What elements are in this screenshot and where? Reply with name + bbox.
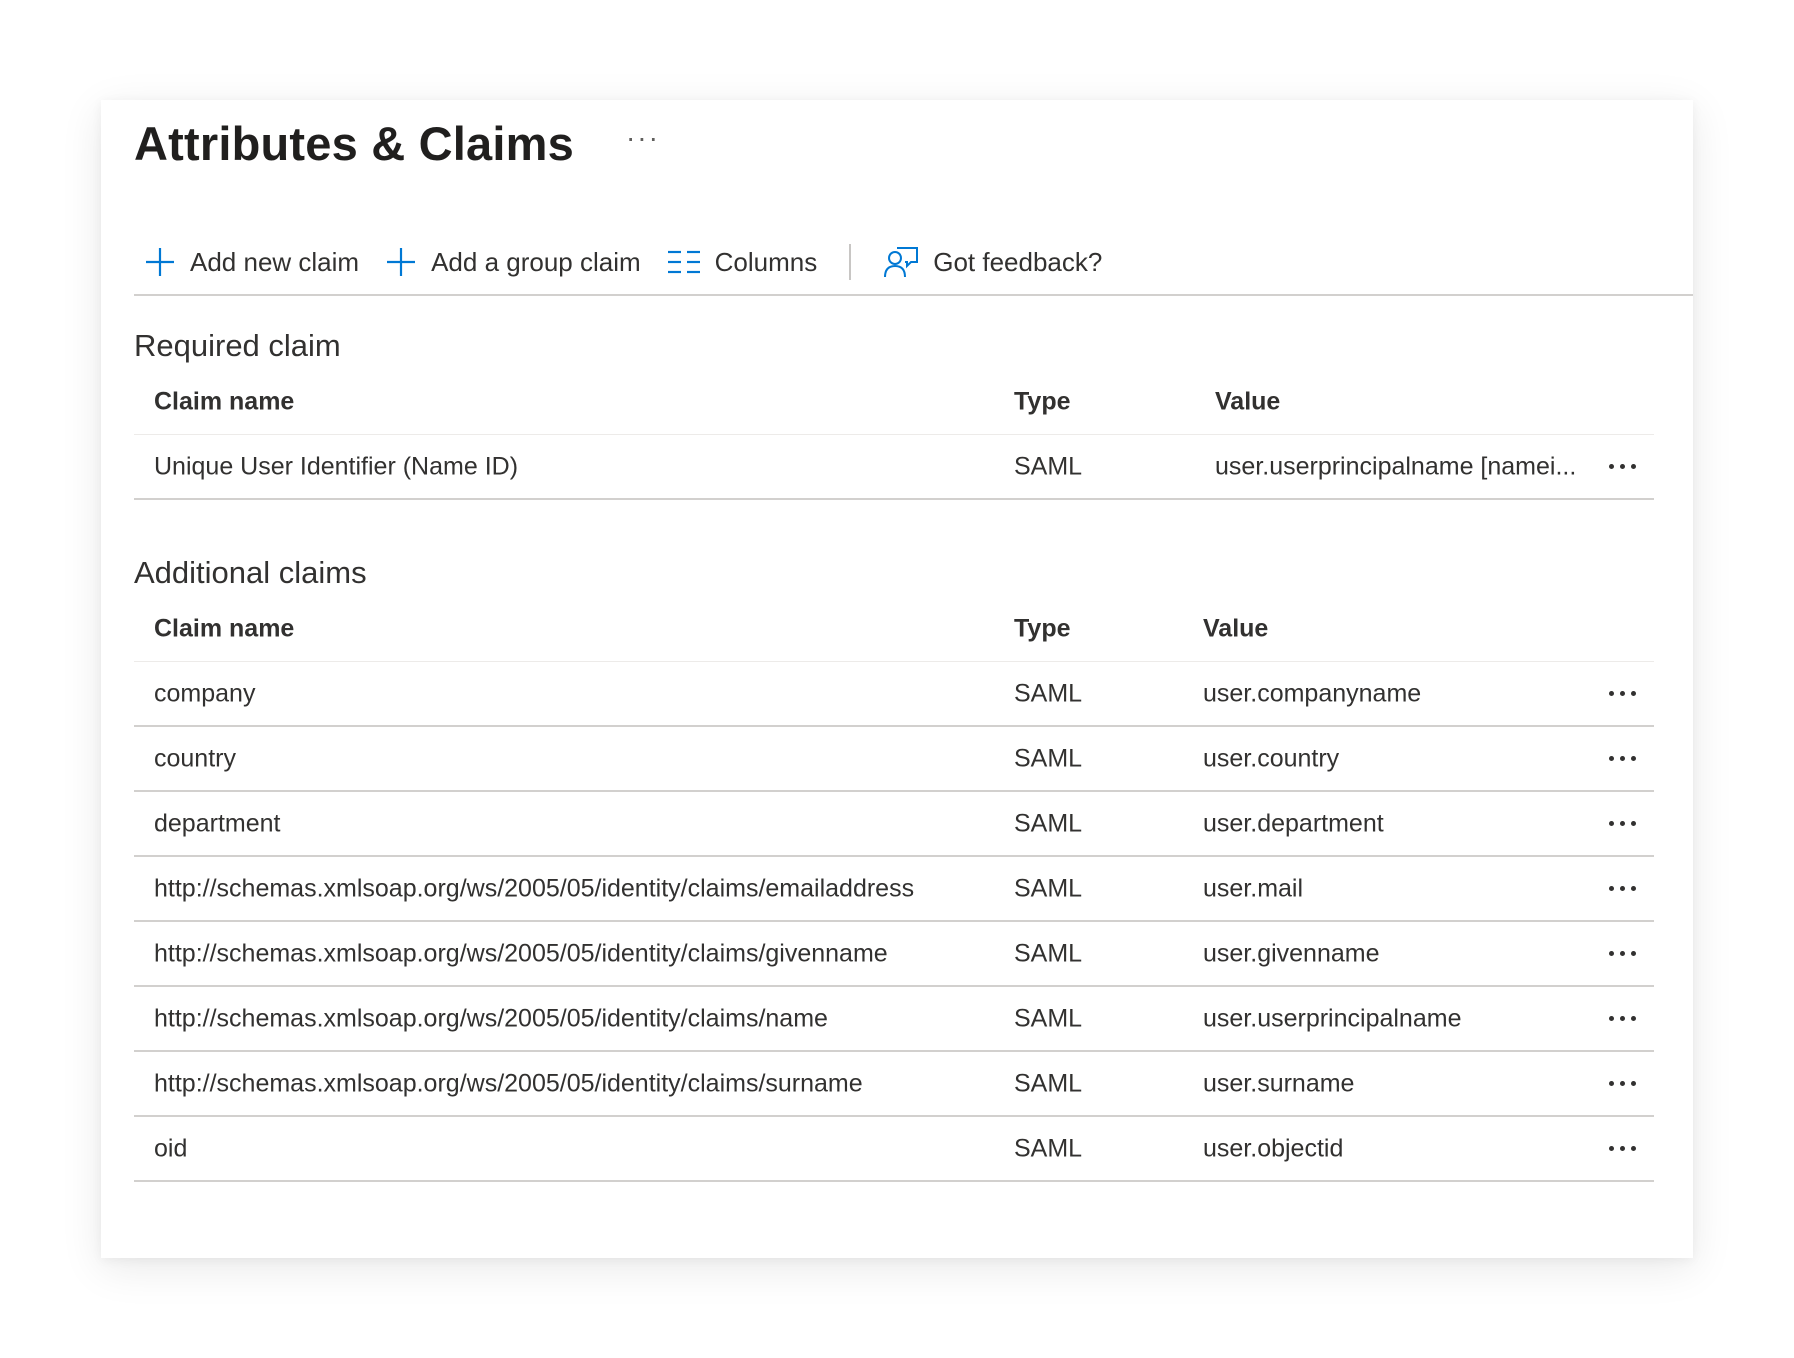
row-more-icon[interactable]	[1609, 1080, 1636, 1086]
table-row[interactable]: company SAML user.companyname	[134, 662, 1654, 727]
header-claim-name[interactable]: Claim name	[154, 615, 294, 644]
claim-value-cell: user.companyname	[1203, 679, 1422, 707]
header-value[interactable]: Value	[1215, 388, 1280, 417]
claim-value-cell: user.userprincipalname	[1203, 1004, 1462, 1032]
add-group-claim-button[interactable]: Add a group claim	[375, 232, 651, 292]
table-row[interactable]: country SAML user.country	[134, 727, 1654, 792]
claim-type-cell: SAML	[1014, 452, 1083, 480]
table-row[interactable]: department SAML user.department	[134, 792, 1654, 857]
claim-value-cell: user.mail	[1203, 874, 1304, 902]
title-row: Attributes & Claims ···	[134, 116, 660, 171]
table-row[interactable]: Unique User Identifier (Name ID) SAML us…	[134, 435, 1654, 500]
row-more-icon[interactable]	[1609, 950, 1636, 956]
feedback-button[interactable]: Got feedback?	[873, 232, 1112, 292]
additional-claims-title: Additional claims	[134, 555, 367, 590]
table-row[interactable]: http://schemas.xmlsoap.org/ws/2005/05/id…	[134, 1052, 1654, 1117]
table-header: Claim name Type Value	[134, 597, 1654, 662]
table-row[interactable]: http://schemas.xmlsoap.org/ws/2005/05/id…	[134, 857, 1654, 922]
additional-claims-table: Claim name Type Value company SAML user.…	[134, 597, 1654, 1182]
claim-value-cell: user.objectid	[1203, 1134, 1344, 1162]
row-more-icon[interactable]	[1609, 690, 1636, 696]
table-row[interactable]: oid SAML user.objectid	[134, 1117, 1654, 1182]
required-claim-title: Required claim	[134, 328, 341, 363]
plus-icon	[387, 248, 416, 276]
claim-name-cell: http://schemas.xmlsoap.org/ws/2005/05/id…	[154, 1004, 828, 1032]
claim-name-cell: company	[154, 679, 256, 707]
claim-value-cell: user.department	[1203, 809, 1384, 837]
feedback-icon	[884, 247, 919, 278]
page-more-button[interactable]: ···	[626, 122, 660, 154]
claim-name-cell: department	[154, 809, 281, 837]
toolbar-divider	[849, 244, 852, 280]
claims-panel: Attributes & Claims ··· Add new claim Ad…	[101, 100, 1693, 1258]
claim-value-cell: user.country	[1203, 744, 1340, 772]
add-new-claim-button[interactable]: Add new claim	[134, 232, 369, 292]
header-type[interactable]: Type	[1014, 615, 1071, 644]
required-claims-table: Claim name Type Value Unique User Identi…	[134, 370, 1654, 500]
claim-type-cell: SAML	[1014, 809, 1083, 837]
claim-type-cell: SAML	[1014, 1134, 1083, 1162]
row-more-icon[interactable]	[1609, 820, 1636, 826]
claim-type-cell: SAML	[1014, 1069, 1083, 1097]
claim-type-cell: SAML	[1014, 874, 1083, 902]
row-more-icon[interactable]	[1609, 1145, 1636, 1151]
claim-name-cell: oid	[154, 1134, 188, 1162]
claim-name-cell: Unique User Identifier (Name ID)	[154, 452, 519, 480]
header-value[interactable]: Value	[1203, 615, 1268, 644]
claim-name-cell: country	[154, 744, 236, 772]
claim-name-cell: http://schemas.xmlsoap.org/ws/2005/05/id…	[154, 1069, 863, 1097]
claim-value-cell: user.givenname	[1203, 939, 1380, 967]
row-more-icon[interactable]	[1609, 755, 1636, 761]
page-title: Attributes & Claims	[134, 117, 574, 170]
claim-type-cell: SAML	[1014, 939, 1083, 967]
claim-name-cell: http://schemas.xmlsoap.org/ws/2005/05/id…	[154, 874, 915, 902]
add-new-claim-label: Add new claim	[190, 246, 360, 277]
columns-label: Columns	[714, 246, 818, 277]
row-more-icon[interactable]	[1609, 885, 1636, 891]
claim-type-cell: SAML	[1014, 1004, 1083, 1032]
table-row[interactable]: http://schemas.xmlsoap.org/ws/2005/05/id…	[134, 922, 1654, 987]
columns-icon	[667, 250, 700, 274]
table-row[interactable]: http://schemas.xmlsoap.org/ws/2005/05/id…	[134, 987, 1654, 1052]
row-more-icon[interactable]	[1609, 1015, 1636, 1021]
claim-type-cell: SAML	[1014, 744, 1083, 772]
table-header: Claim name Type Value	[134, 370, 1654, 435]
feedback-label: Got feedback?	[933, 246, 1103, 277]
header-type[interactable]: Type	[1014, 388, 1071, 417]
claim-value-cell: user.surname	[1203, 1069, 1355, 1097]
claim-value-cell: user.userprincipalname [namei...	[1215, 452, 1577, 480]
claim-type-cell: SAML	[1014, 679, 1083, 707]
row-more-icon[interactable]	[1609, 463, 1636, 469]
claim-name-cell: http://schemas.xmlsoap.org/ws/2005/05/id…	[154, 939, 888, 967]
columns-button[interactable]: Columns	[657, 232, 828, 292]
plus-icon	[146, 248, 174, 276]
header-claim-name[interactable]: Claim name	[154, 388, 294, 417]
command-bar: Add new claim Add a group claim Columns …	[134, 230, 1693, 296]
add-group-claim-label: Add a group claim	[431, 246, 641, 277]
